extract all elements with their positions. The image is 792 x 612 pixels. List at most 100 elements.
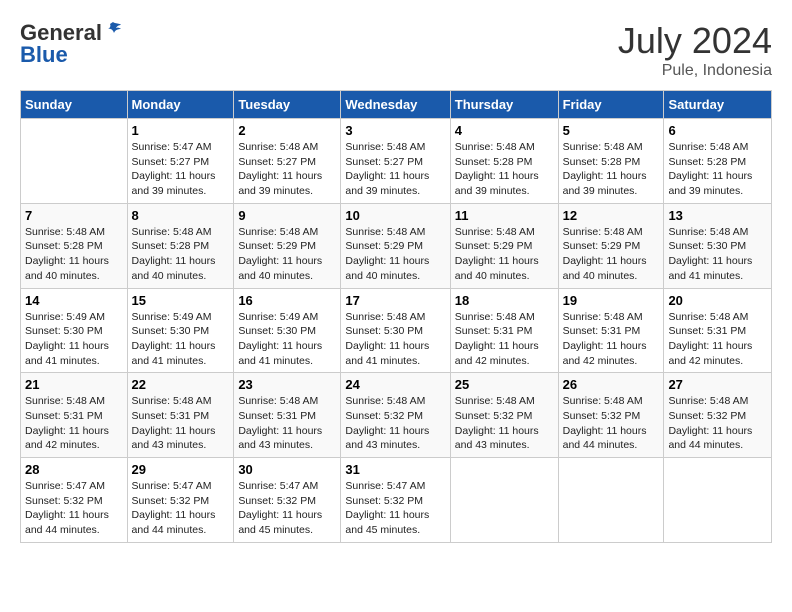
day-info: Sunrise: 5:48 AM Sunset: 5:31 PM Dayligh… [668, 310, 767, 369]
day-cell: 30 Sunrise: 5:47 AM Sunset: 5:32 PM Dayli… [234, 458, 341, 543]
day-number: 7 [25, 208, 123, 223]
day-number: 9 [238, 208, 336, 223]
day-number: 29 [132, 462, 230, 477]
calendar-table: SundayMondayTuesdayWednesdayThursdayFrid… [20, 90, 772, 543]
day-cell: 24 Sunrise: 5:48 AM Sunset: 5:32 PM Dayli… [341, 373, 450, 458]
month-year: July 2024 [618, 20, 772, 62]
day-info: Sunrise: 5:48 AM Sunset: 5:29 PM Dayligh… [345, 225, 445, 284]
day-info: Sunrise: 5:47 AM Sunset: 5:32 PM Dayligh… [238, 479, 336, 538]
location: Pule, Indonesia [618, 62, 772, 80]
day-info: Sunrise: 5:48 AM Sunset: 5:29 PM Dayligh… [238, 225, 336, 284]
day-cell [450, 458, 558, 543]
day-number: 19 [563, 293, 660, 308]
day-cell: 15 Sunrise: 5:49 AM Sunset: 5:30 PM Dayli… [127, 288, 234, 373]
day-number: 18 [455, 293, 554, 308]
week-row-4: 21 Sunrise: 5:48 AM Sunset: 5:31 PM Dayli… [21, 373, 772, 458]
day-cell: 20 Sunrise: 5:48 AM Sunset: 5:31 PM Dayli… [664, 288, 772, 373]
day-info: Sunrise: 5:48 AM Sunset: 5:31 PM Dayligh… [25, 394, 123, 453]
day-cell: 11 Sunrise: 5:48 AM Sunset: 5:29 PM Dayli… [450, 203, 558, 288]
day-info: Sunrise: 5:48 AM Sunset: 5:32 PM Dayligh… [345, 394, 445, 453]
day-info: Sunrise: 5:47 AM Sunset: 5:32 PM Dayligh… [25, 479, 123, 538]
day-cell: 16 Sunrise: 5:49 AM Sunset: 5:30 PM Dayli… [234, 288, 341, 373]
day-info: Sunrise: 5:48 AM Sunset: 5:27 PM Dayligh… [238, 140, 336, 199]
day-info: Sunrise: 5:48 AM Sunset: 5:31 PM Dayligh… [132, 394, 230, 453]
day-cell: 28 Sunrise: 5:47 AM Sunset: 5:32 PM Dayli… [21, 458, 128, 543]
day-cell: 7 Sunrise: 5:48 AM Sunset: 5:28 PM Daylig… [21, 203, 128, 288]
day-info: Sunrise: 5:48 AM Sunset: 5:28 PM Dayligh… [455, 140, 554, 199]
day-number: 8 [132, 208, 230, 223]
day-cell: 1 Sunrise: 5:47 AM Sunset: 5:27 PM Daylig… [127, 119, 234, 204]
day-info: Sunrise: 5:48 AM Sunset: 5:31 PM Dayligh… [563, 310, 660, 369]
day-number: 27 [668, 377, 767, 392]
calendar-header-row: SundayMondayTuesdayWednesdayThursdayFrid… [21, 91, 772, 119]
col-header-thursday: Thursday [450, 91, 558, 119]
day-cell: 14Sunrise: 5:49 AM Sunset: 5:30 PM Dayli… [21, 288, 128, 373]
day-cell: 12 Sunrise: 5:48 AM Sunset: 5:29 PM Dayli… [558, 203, 664, 288]
day-info: Sunrise: 5:48 AM Sunset: 5:31 PM Dayligh… [238, 394, 336, 453]
day-number: 13 [668, 208, 767, 223]
day-info: Sunrise: 5:48 AM Sunset: 5:30 PM Dayligh… [668, 225, 767, 284]
week-row-1: 1 Sunrise: 5:47 AM Sunset: 5:27 PM Daylig… [21, 119, 772, 204]
day-cell: 19 Sunrise: 5:48 AM Sunset: 5:31 PM Dayli… [558, 288, 664, 373]
day-cell [21, 119, 128, 204]
day-cell: 31Sunrise: 5:47 AM Sunset: 5:32 PM Dayli… [341, 458, 450, 543]
day-number: 26 [563, 377, 660, 392]
day-number: 28 [25, 462, 123, 477]
day-cell: 5Sunrise: 5:48 AM Sunset: 5:28 PM Daylig… [558, 119, 664, 204]
col-header-sunday: Sunday [21, 91, 128, 119]
day-number: 2 [238, 123, 336, 138]
day-number: 24 [345, 377, 445, 392]
day-cell: 27 Sunrise: 5:48 AM Sunset: 5:32 PM Dayli… [664, 373, 772, 458]
day-info: Sunrise: 5:48 AM Sunset: 5:32 PM Dayligh… [563, 394, 660, 453]
day-cell: 3 Sunrise: 5:48 AM Sunset: 5:27 PM Daylig… [341, 119, 450, 204]
day-cell: 18Sunrise: 5:48 AM Sunset: 5:31 PM Dayli… [450, 288, 558, 373]
day-cell: 26 Sunrise: 5:48 AM Sunset: 5:32 PM Dayli… [558, 373, 664, 458]
day-cell: 21 Sunrise: 5:48 AM Sunset: 5:31 PM Dayli… [21, 373, 128, 458]
day-number: 11 [455, 208, 554, 223]
day-cell: 4 Sunrise: 5:48 AM Sunset: 5:28 PM Daylig… [450, 119, 558, 204]
logo: General Blue [20, 20, 122, 68]
day-cell: 10 Sunrise: 5:48 AM Sunset: 5:29 PM Dayli… [341, 203, 450, 288]
day-number: 12 [563, 208, 660, 223]
day-info: Sunrise: 5:48 AM Sunset: 5:29 PM Dayligh… [455, 225, 554, 284]
col-header-friday: Friday [558, 91, 664, 119]
day-cell: 9 Sunrise: 5:48 AM Sunset: 5:29 PM Daylig… [234, 203, 341, 288]
day-cell: 29Sunrise: 5:47 AM Sunset: 5:32 PM Dayli… [127, 458, 234, 543]
day-info: Sunrise: 5:47 AM Sunset: 5:27 PM Dayligh… [132, 140, 230, 199]
day-number: 1 [132, 123, 230, 138]
day-number: 10 [345, 208, 445, 223]
day-info: Sunrise: 5:48 AM Sunset: 5:28 PM Dayligh… [563, 140, 660, 199]
day-info: Sunrise: 5:48 AM Sunset: 5:32 PM Dayligh… [668, 394, 767, 453]
day-number: 23 [238, 377, 336, 392]
day-number: 16 [238, 293, 336, 308]
day-number: 30 [238, 462, 336, 477]
day-number: 20 [668, 293, 767, 308]
day-cell: 13 Sunrise: 5:48 AM Sunset: 5:30 PM Dayli… [664, 203, 772, 288]
day-number: 25 [455, 377, 554, 392]
page-header: General Blue July 2024 Pule, Indonesia [20, 20, 772, 80]
day-cell: 23 Sunrise: 5:48 AM Sunset: 5:31 PM Dayli… [234, 373, 341, 458]
day-info: Sunrise: 5:48 AM Sunset: 5:30 PM Dayligh… [345, 310, 445, 369]
day-info: Sunrise: 5:48 AM Sunset: 5:29 PM Dayligh… [563, 225, 660, 284]
day-info: Sunrise: 5:49 AM Sunset: 5:30 PM Dayligh… [132, 310, 230, 369]
day-number: 31 [345, 462, 445, 477]
week-row-5: 28 Sunrise: 5:47 AM Sunset: 5:32 PM Dayli… [21, 458, 772, 543]
day-info: Sunrise: 5:48 AM Sunset: 5:27 PM Dayligh… [345, 140, 445, 199]
day-info: Sunrise: 5:48 AM Sunset: 5:28 PM Dayligh… [25, 225, 123, 284]
title-block: July 2024 Pule, Indonesia [618, 20, 772, 80]
day-number: 22 [132, 377, 230, 392]
col-header-wednesday: Wednesday [341, 91, 450, 119]
day-cell: 6Sunrise: 5:48 AM Sunset: 5:28 PM Daylig… [664, 119, 772, 204]
day-cell: 17 Sunrise: 5:48 AM Sunset: 5:30 PM Dayli… [341, 288, 450, 373]
day-number: 4 [455, 123, 554, 138]
logo-bird-icon [104, 20, 122, 38]
day-cell [558, 458, 664, 543]
day-number: 21 [25, 377, 123, 392]
day-cell: 2 Sunrise: 5:48 AM Sunset: 5:27 PM Daylig… [234, 119, 341, 204]
day-info: Sunrise: 5:49 AM Sunset: 5:30 PM Dayligh… [238, 310, 336, 369]
day-number: 17 [345, 293, 445, 308]
day-number: 15 [132, 293, 230, 308]
day-number: 3 [345, 123, 445, 138]
day-number: 14 [25, 293, 123, 308]
day-cell: 22 Sunrise: 5:48 AM Sunset: 5:31 PM Dayli… [127, 373, 234, 458]
